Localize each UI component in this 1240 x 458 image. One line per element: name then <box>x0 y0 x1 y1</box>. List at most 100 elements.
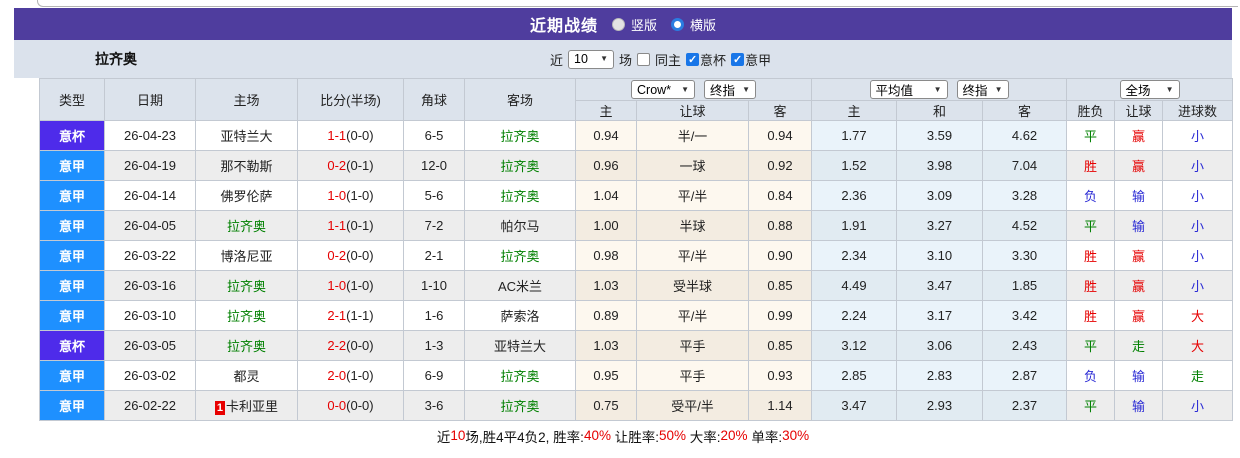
cell-away-team: 拉齐奥 <box>464 240 576 271</box>
layout-radio-horizontal[interactable]: 横版 <box>671 15 716 34</box>
cell-result-wdl: 平 <box>1066 210 1116 241</box>
cell-score: 0-2(0-1) <box>297 150 404 181</box>
col-header-corner: 角球 <box>403 78 465 121</box>
cell-avg-home: 2.24 <box>811 300 897 331</box>
cell-odds-away: 0.94 <box>748 120 812 151</box>
cell-odds-home: 0.89 <box>575 300 637 331</box>
results-tbody: 意杯 26-04-23 亚特兰大 1-1(0-0) 6-5 拉齐奥 0.94 半… <box>39 120 1234 421</box>
cell-avg-away: 2.43 <box>981 330 1068 361</box>
cell-match-type: 意甲 <box>39 240 105 271</box>
league-label: 意甲 <box>745 52 772 68</box>
cup-label: 意杯 <box>700 52 727 68</box>
col-header-odds-away: 客 <box>748 100 812 121</box>
summary-segment: 20% <box>720 428 748 443</box>
cup-checkbox[interactable]: ✓ <box>686 52 700 66</box>
bookmaker-value: Crow* <box>637 82 672 97</box>
table-row: 意甲 26-04-19 那不勒斯 0-2(0-1) 12-0 拉齐奥 0.96 … <box>39 150 1234 181</box>
cell-avg-draw: 2.83 <box>896 360 983 391</box>
cell-avg-home: 2.34 <box>811 240 897 271</box>
cell-odds-away: 0.93 <box>748 360 812 391</box>
cell-result-goals: 大 <box>1162 300 1234 331</box>
cell-date: 26-03-02 <box>104 360 196 391</box>
league-checkbox[interactable]: ✓ <box>731 52 745 66</box>
col-header-avg-draw: 和 <box>896 100 983 121</box>
cell-date: 26-04-05 <box>104 210 196 241</box>
full-match-select[interactable]: 全场 ▼ <box>1119 80 1180 99</box>
full-time-score: 1-0 <box>327 188 347 203</box>
cell-away-team: 拉齐奥 <box>464 390 576 421</box>
cell-result-wdl: 负 <box>1066 180 1116 211</box>
cell-home-team: 亚特兰大 <box>195 120 298 151</box>
half-time-score: (0-0) <box>346 398 374 413</box>
cell-handicap: 一球 <box>636 150 749 181</box>
odds-group-header: Crow* ▼ 终指 ▼ <box>575 78 812 101</box>
final-index-2-value: 终指 <box>962 84 988 98</box>
cell-corners: 1-3 <box>403 330 465 361</box>
table-row: 意甲 26-03-16 拉齐奥 1-0(1-0) 1-10 AC米兰 1.03 … <box>39 270 1234 301</box>
cell-odds-home: 0.95 <box>575 360 637 391</box>
cell-odds-home: 0.94 <box>575 120 637 151</box>
cell-date: 26-03-16 <box>104 270 196 301</box>
summary-footer: 近 10 场,胜4平4负2, 胜率: 40% 让胜率: 50% 大率: 20% 单率: 30… <box>14 421 1232 450</box>
near-label: 近 <box>550 52 564 68</box>
col-header-odds-home: 主 <box>575 100 637 121</box>
cell-odds-away: 0.85 <box>748 270 812 301</box>
cell-handicap: 平/半 <box>636 180 749 211</box>
radio-selected-icon[interactable] <box>671 17 684 31</box>
cell-corners: 12-0 <box>403 150 465 181</box>
cell-avg-home: 4.49 <box>811 270 897 301</box>
cell-avg-draw: 2.93 <box>896 390 983 421</box>
cell-handicap: 平手 <box>636 330 749 361</box>
half-time-score: (1-0) <box>346 188 374 203</box>
cell-match-type: 意甲 <box>39 150 105 181</box>
cell-result-wdl: 负 <box>1066 360 1116 391</box>
col-header-date: 日期 <box>104 78 196 121</box>
cell-date: 26-02-22 <box>104 390 196 421</box>
cell-avg-away: 3.42 <box>981 300 1068 331</box>
cell-odds-away: 0.99 <box>748 300 812 331</box>
cell-avg-away: 4.62 <box>981 120 1068 151</box>
cell-result-handicap: 走 <box>1114 330 1164 361</box>
half-time-score: (0-0) <box>346 248 374 263</box>
half-time-score: (1-1) <box>346 308 374 323</box>
same-home-checkbox[interactable] <box>637 52 651 66</box>
cell-score: 2-2(0-0) <box>297 330 404 361</box>
cell-home-team: 1 卡利亚里 <box>195 390 298 421</box>
cell-result-goals: 小 <box>1162 390 1234 421</box>
bookmaker-select[interactable]: Crow* ▼ <box>631 80 695 99</box>
cell-score: 0-2(0-0) <box>297 240 404 271</box>
full-time-score: 2-1 <box>327 308 347 323</box>
col-header-avg-home: 主 <box>811 100 897 121</box>
chevron-down-icon: ▼ <box>933 84 942 94</box>
match-count-select[interactable]: 10 ▼ <box>568 49 615 69</box>
half-time-score: (1-0) <box>346 368 374 383</box>
half-time-score: (0-0) <box>346 128 374 143</box>
cell-result-goals: 大 <box>1162 330 1234 361</box>
match-count-value: 10 <box>574 52 588 66</box>
result-group-header: 全场 ▼ <box>1066 78 1234 101</box>
cell-result-wdl: 平 <box>1066 120 1116 151</box>
radio-horizontal-label: 横版 <box>690 17 717 33</box>
layout-radio-vertical[interactable]: 竖版 <box>611 15 657 34</box>
radio-unselected-icon[interactable] <box>611 17 625 31</box>
final-index-select-1[interactable]: 终指 ▼ <box>704 80 756 99</box>
final-index-select-2[interactable]: 终指 ▼ <box>956 80 1009 99</box>
col-header-home: 主场 <box>195 78 298 121</box>
cell-away-team: AC米兰 <box>464 270 576 301</box>
cell-avg-draw: 3.27 <box>896 210 983 241</box>
cell-home-team: 拉齐奥 <box>195 270 298 301</box>
cell-result-goals: 走 <box>1162 360 1234 391</box>
average-select[interactable]: 平均值 ▼ <box>869 80 948 99</box>
cell-result-goals: 小 <box>1162 150 1234 181</box>
cell-result-handicap: 输 <box>1114 210 1164 241</box>
panel-title: 近期战绩 <box>529 18 598 35</box>
cell-away-team: 帕尔马 <box>464 210 576 241</box>
cell-match-type: 意甲 <box>39 300 105 331</box>
col-header-type: 类型 <box>39 78 105 121</box>
full-time-score: 1-1 <box>327 128 347 143</box>
table-row: 意甲 26-03-10 拉齐奥 2-1(1-1) 1-6 萨索洛 0.89 平/… <box>39 300 1234 331</box>
cell-home-team: 那不勒斯 <box>195 150 298 181</box>
cell-result-goals: 小 <box>1162 210 1234 241</box>
cell-corners: 1-6 <box>403 300 465 331</box>
cell-odds-away: 0.88 <box>748 210 812 241</box>
